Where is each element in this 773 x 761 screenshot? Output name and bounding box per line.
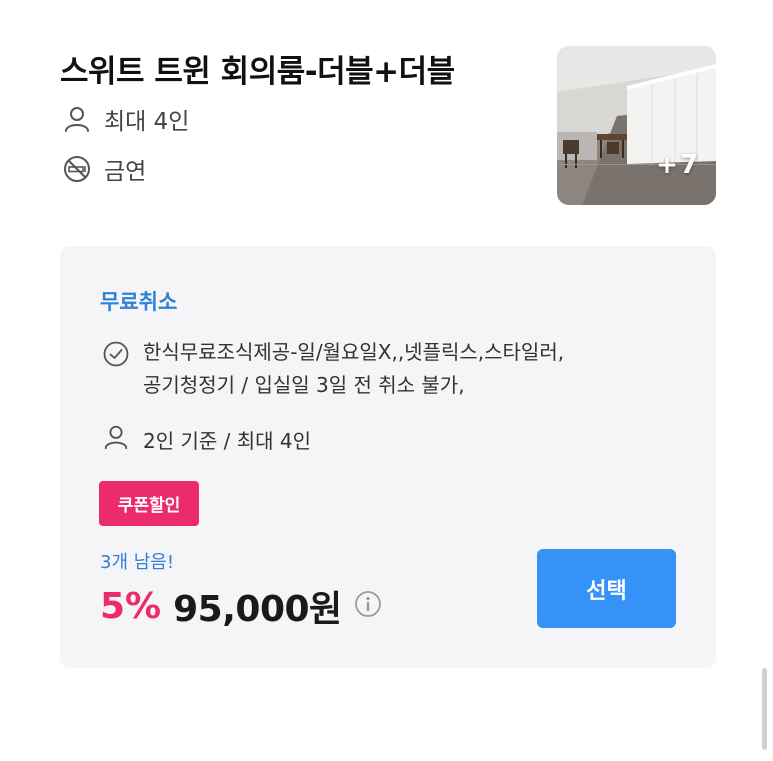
room-photo-thumbnail[interactable]: +7 xyxy=(557,46,716,205)
room-photo xyxy=(557,46,716,205)
person-icon xyxy=(102,423,130,456)
select-button[interactable]: 선택 xyxy=(537,549,676,628)
price: 95,000원 xyxy=(173,589,342,630)
benefits-text: 한식무료조식제공-일/월요일X,,넷플릭스,스타일러, 공기청정기 / 입실일 … xyxy=(143,336,673,402)
occupancy-text: 2인 기준 / 최대 4인 xyxy=(143,429,312,453)
photo-count-badge: +7 xyxy=(656,150,700,180)
scrollbar[interactable] xyxy=(762,668,767,750)
rate-option-card: 무료취소 한식무료조식제공-일/월요일X,,넷플릭스,스타일러, 공기청정기 /… xyxy=(60,246,716,668)
coupon-discount-badge: 쿠폰할인 xyxy=(99,481,199,526)
discount-rate: 5% xyxy=(100,585,162,627)
benefits-line-2: 공기청정기 / 입실일 3일 전 취소 불가, xyxy=(143,373,465,397)
room-capacity: 최대 4인 xyxy=(62,102,189,136)
benefits-row: 한식무료조식제공-일/월요일X,,넷플릭스,스타일러, 공기청정기 / 입실일 … xyxy=(102,340,673,402)
room-smoking-policy: 금연 xyxy=(62,152,146,186)
benefits-line-1: 한식무료조식제공-일/월요일X,,넷플릭스,스타일러, xyxy=(143,340,565,364)
check-circle-icon xyxy=(102,340,130,402)
remaining-stock-text: 3개 남음! xyxy=(100,552,175,573)
capacity-text: 최대 4인 xyxy=(104,109,190,135)
smoking-text: 금연 xyxy=(104,159,147,185)
room-title: 스위트 트윈 회의룸-더블+더블 xyxy=(60,54,455,90)
price-row: 5% 95,000원 xyxy=(100,580,382,632)
person-icon xyxy=(62,104,92,134)
free-cancellation-label: 무료취소 xyxy=(100,290,178,314)
no-smoking-icon xyxy=(62,154,92,184)
occupancy-row: 2인 기준 / 최대 4인 xyxy=(102,423,311,456)
info-icon[interactable] xyxy=(354,590,382,622)
